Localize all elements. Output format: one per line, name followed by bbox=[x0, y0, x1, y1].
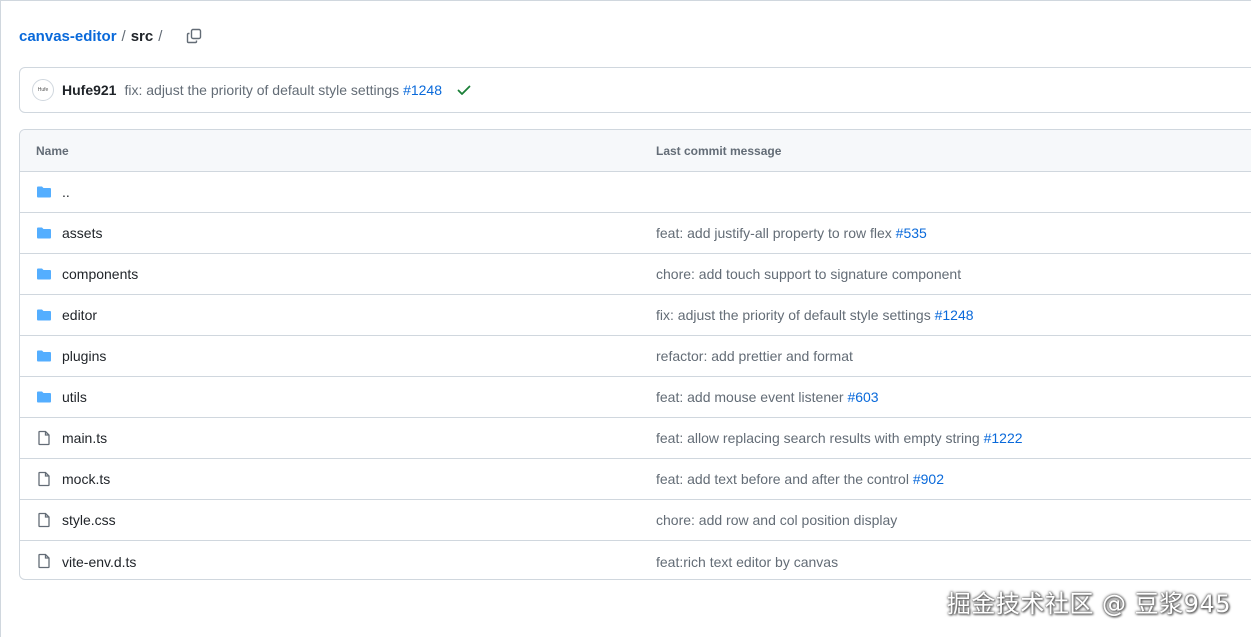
page: canvas-editor / src / Hufe Hufe921 fix: … bbox=[0, 0, 1251, 637]
row-commit-message[interactable]: feat: add mouse event listener bbox=[656, 389, 844, 405]
folder-icon bbox=[36, 225, 52, 241]
file-link[interactable]: main.ts bbox=[62, 430, 107, 446]
row-commit-message[interactable]: refactor: add prettier and format bbox=[656, 348, 853, 364]
commit-author[interactable]: Hufe921 bbox=[62, 82, 116, 98]
folder-icon bbox=[36, 389, 52, 405]
row-commit-message-cell: feat: add text before and after the cont… bbox=[656, 471, 944, 487]
folder-icon bbox=[36, 348, 52, 364]
row-commit-message-cell: feat: allow replacing search results wit… bbox=[656, 430, 1023, 446]
row-commit-message[interactable]: feat:rich text editor by canvas bbox=[656, 554, 838, 570]
latest-commit-bar: Hufe Hufe921 fix: adjust the priority of… bbox=[19, 67, 1251, 113]
file-table: Name Last commit message .. assets feat: a… bbox=[19, 129, 1251, 580]
row-commit-message-cell: fix: adjust the priority of default styl… bbox=[656, 307, 974, 323]
row-commit-message[interactable]: chore: add row and col position display bbox=[656, 512, 897, 528]
row-commit-message[interactable]: feat: allow replacing search results wit… bbox=[656, 430, 980, 446]
file-link[interactable]: vite-env.d.ts bbox=[62, 554, 136, 570]
folder-link[interactable]: utils bbox=[62, 389, 87, 405]
table-row[interactable]: plugins refactor: add prettier and format bbox=[20, 336, 1251, 377]
avatar[interactable]: Hufe bbox=[32, 79, 54, 101]
table-row[interactable]: assets feat: add justify-all property to … bbox=[20, 213, 1251, 254]
table-header: Name Last commit message bbox=[20, 130, 1251, 172]
folder-icon bbox=[36, 184, 52, 200]
row-commit-message[interactable]: feat: add text before and after the cont… bbox=[656, 471, 909, 487]
file-icon bbox=[36, 553, 52, 569]
table-row[interactable]: style.css chore: add row and col position… bbox=[20, 500, 1251, 541]
row-commit-message-cell: feat: add justify-all property to row fl… bbox=[656, 225, 927, 241]
breadcrumb-repo-link[interactable]: canvas-editor bbox=[19, 28, 117, 45]
table-row[interactable]: main.ts feat: allow replacing search resu… bbox=[20, 418, 1251, 459]
row-commit-message-cell: feat:rich text editor by canvas bbox=[656, 554, 838, 570]
file-icon bbox=[36, 430, 52, 446]
file-link[interactable]: style.css bbox=[62, 512, 116, 528]
header-last-commit-message: Last commit message bbox=[656, 143, 782, 158]
breadcrumb-separator: / bbox=[121, 27, 126, 45]
table-row[interactable]: components chore: add touch support to si… bbox=[20, 254, 1251, 295]
row-commit-message-cell: feat: add mouse event listener #603 bbox=[656, 389, 879, 405]
copy-icon bbox=[187, 28, 202, 44]
file-rows: .. assets feat: add justify-all property t… bbox=[20, 172, 1251, 579]
breadcrumb-current-folder: src bbox=[130, 27, 154, 45]
breadcrumb-trailing-separator: / bbox=[158, 27, 163, 45]
row-pr-link[interactable]: #1248 bbox=[935, 307, 974, 323]
watermark: 掘金技术社区 @ 豆浆945 bbox=[946, 590, 1231, 618]
folder-icon bbox=[36, 266, 52, 282]
row-pr-link[interactable]: #902 bbox=[913, 471, 944, 487]
folder-icon bbox=[36, 307, 52, 323]
file-icon bbox=[36, 471, 52, 487]
row-commit-message[interactable]: feat: add justify-all property to row fl… bbox=[656, 225, 892, 241]
commit-message[interactable]: fix: adjust the priority of default styl… bbox=[124, 82, 399, 98]
file-link[interactable]: mock.ts bbox=[62, 471, 110, 487]
copy-path-button[interactable] bbox=[181, 23, 207, 49]
file-icon bbox=[36, 512, 52, 528]
row-commit-message[interactable]: chore: add touch support to signature co… bbox=[656, 266, 961, 282]
row-pr-link[interactable]: #603 bbox=[847, 389, 878, 405]
table-row[interactable]: vite-env.d.ts feat:rich text editor by ca… bbox=[20, 541, 1251, 579]
table-row[interactable]: editor fix: adjust the priority of defaul… bbox=[20, 295, 1251, 336]
row-pr-link[interactable]: #1222 bbox=[984, 430, 1023, 446]
folder-link[interactable]: assets bbox=[62, 225, 102, 241]
table-row[interactable]: utils feat: add mouse event listener #603 bbox=[20, 377, 1251, 418]
check-icon[interactable] bbox=[456, 82, 472, 98]
row-commit-message[interactable]: fix: adjust the priority of default styl… bbox=[656, 307, 931, 323]
row-commit-message-cell: chore: add row and col position display bbox=[656, 512, 897, 528]
folder-link[interactable]: plugins bbox=[62, 348, 106, 364]
row-pr-link[interactable]: #535 bbox=[896, 225, 927, 241]
breadcrumb: canvas-editor / src / bbox=[19, 23, 207, 49]
commit-pr-link[interactable]: #1248 bbox=[403, 82, 442, 98]
table-row[interactable]: mock.ts feat: add text before and after t… bbox=[20, 459, 1251, 500]
row-commit-message-cell: refactor: add prettier and format bbox=[656, 348, 853, 364]
header-name: Name bbox=[36, 143, 69, 158]
row-commit-message-cell: chore: add touch support to signature co… bbox=[656, 266, 961, 282]
table-row[interactable]: .. bbox=[20, 172, 1251, 213]
folder-link[interactable]: editor bbox=[62, 307, 97, 323]
folder-link[interactable]: .. bbox=[62, 184, 70, 200]
folder-link[interactable]: components bbox=[62, 266, 138, 282]
avatar-text: Hufe bbox=[37, 87, 49, 93]
